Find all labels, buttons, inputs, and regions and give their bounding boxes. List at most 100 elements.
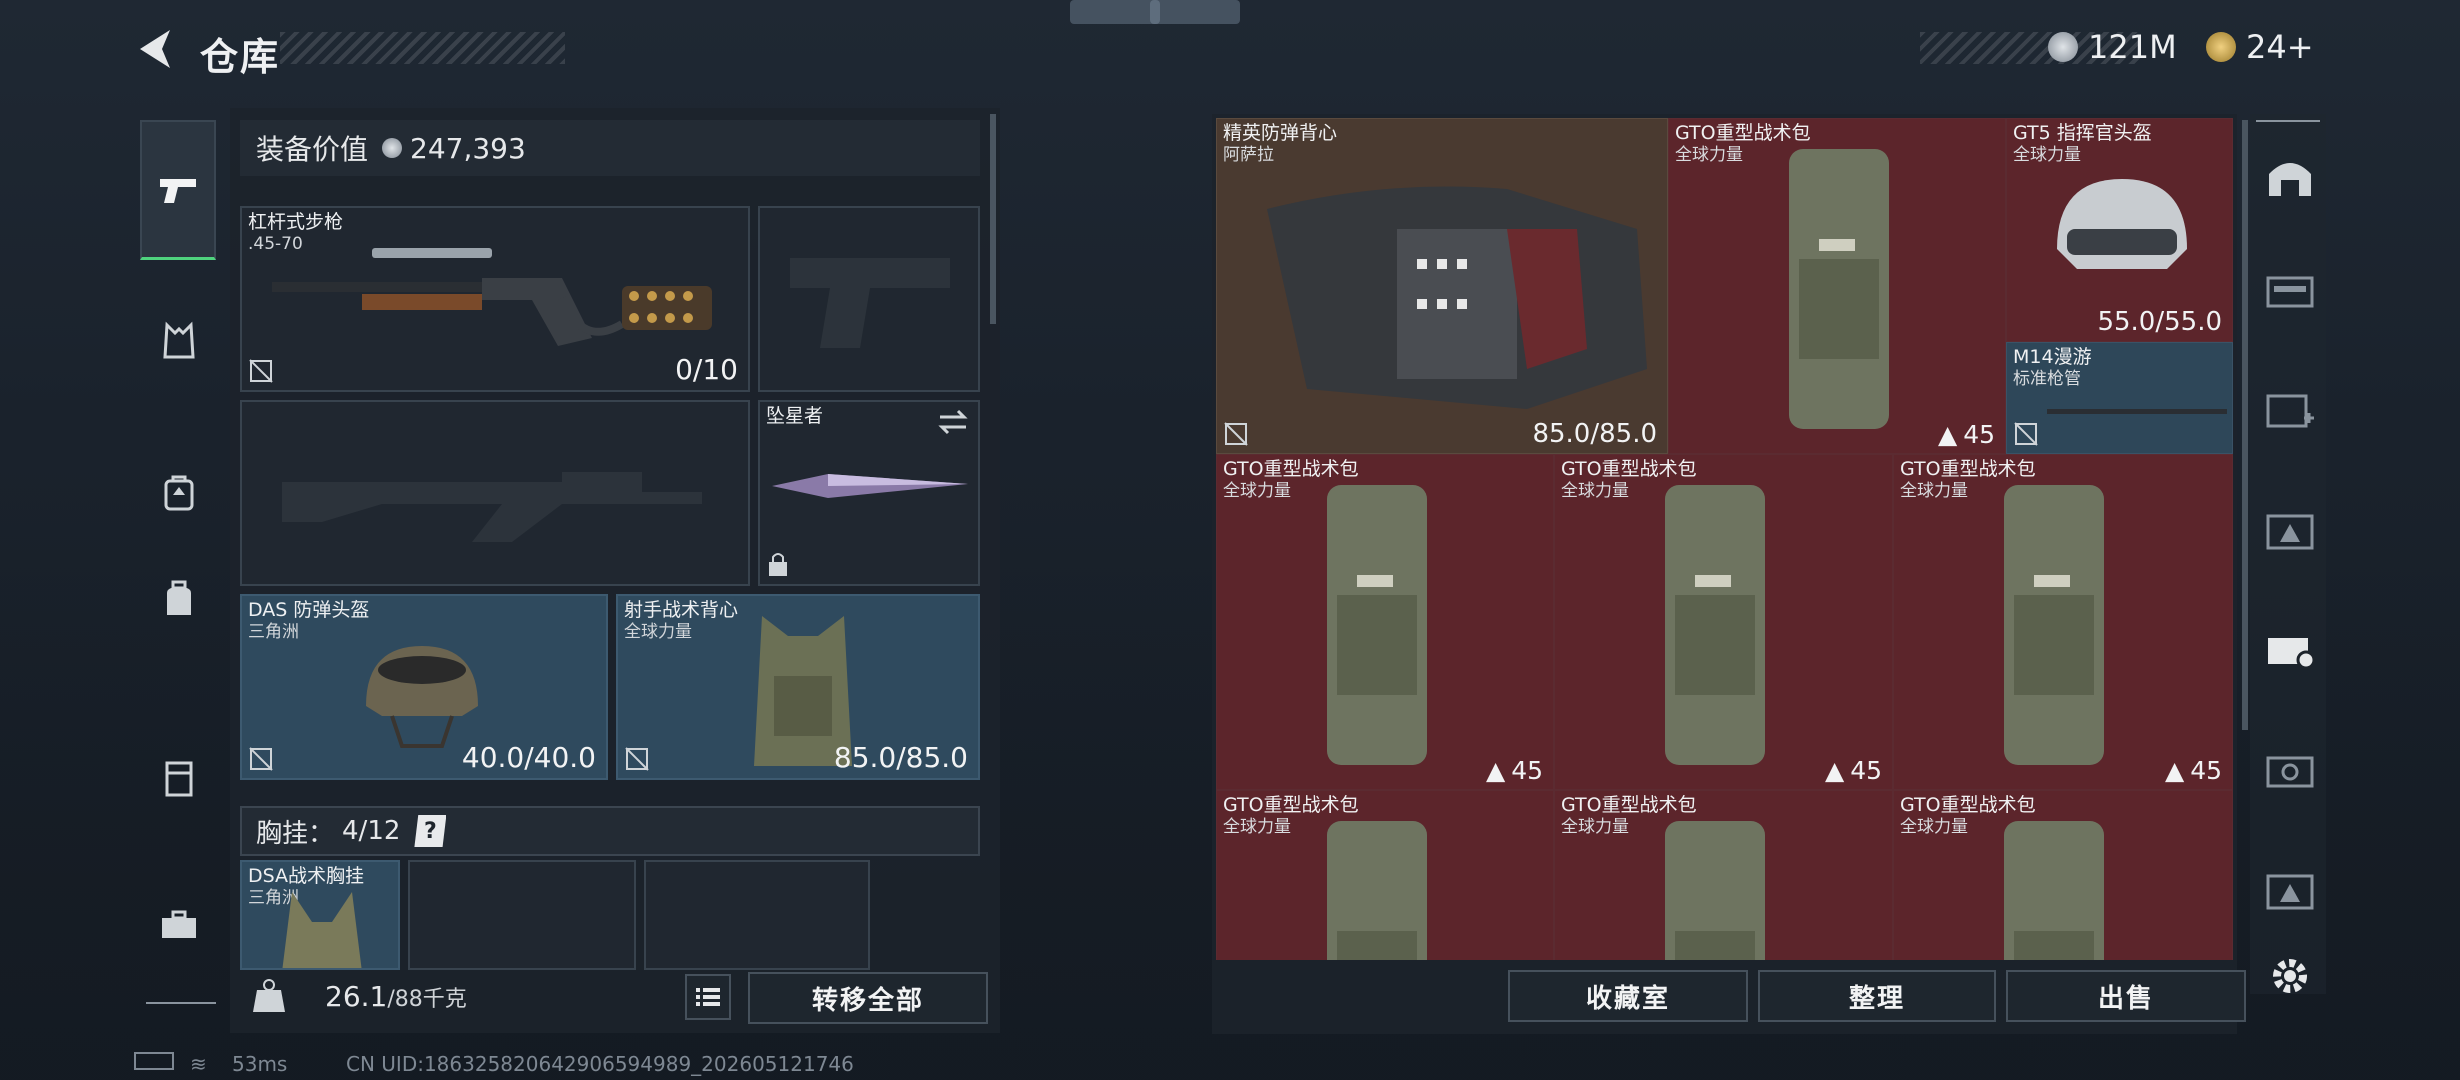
weight-capacity: /88千克	[387, 987, 467, 1012]
nav-backpack[interactable]	[144, 458, 214, 528]
stash-item-gto-pack[interactable]: GTO重型战术包 全球力量 ▲ 45	[1668, 118, 2006, 454]
stash-item-gto-pack[interactable]: GTO重型战术包 全球力量	[1216, 790, 1554, 960]
nav-bag[interactable]	[144, 564, 214, 634]
stash-panel: 精英防弹背心 阿萨拉 85.0/85.0 GTO重型战术包 全球力量 ▲ 45 G…	[1212, 114, 2248, 1034]
helmet-slot[interactable]: DAS 防弹头盔 三角洲 40.0/40.0	[240, 594, 608, 780]
storage-warning-icon	[2266, 514, 2314, 550]
nav-divider	[146, 1002, 216, 1004]
nav-locker[interactable]	[144, 744, 214, 814]
ping-readout: 53ms	[232, 1052, 288, 1076]
item-faction: 全球力量	[1900, 817, 1968, 837]
chest-rig-image	[282, 892, 362, 968]
loadout-panel: 装备价值 247,393 杠杆式步枪 .45-70 0/10 坠星者 DAS 防…	[230, 108, 1000, 1033]
item-name: 坠星者	[766, 405, 824, 427]
backpack-image	[2004, 485, 2104, 765]
item-faction: 全球力量	[1561, 817, 1629, 837]
rifle-silhouette-icon	[282, 472, 702, 542]
item-level: ▲ 45	[1485, 756, 1543, 785]
loadout-footer: 26.1/88千克 转移全部	[230, 962, 1000, 1034]
no-insure-icon	[625, 747, 649, 771]
organize-button[interactable]: 整理	[1758, 970, 1996, 1022]
ammo-count: 0/10	[675, 353, 738, 386]
vest-icon	[163, 321, 195, 359]
settings-button[interactable]	[2256, 942, 2324, 1010]
stash-item-gto-pack[interactable]: GTO重型战术包 全球力量 ▲ 45	[1893, 454, 2233, 790]
equip-value: 247,393	[410, 131, 526, 165]
ceiling-light	[1150, 0, 1240, 24]
back-arrow-icon[interactable]	[132, 26, 182, 72]
item-name: 杠杆式步枪	[248, 211, 344, 233]
stash-item-gto-pack[interactable]: GTO重型战术包 全球力量 ▲ 45	[1216, 454, 1554, 790]
storage-lock-icon	[2268, 638, 2316, 670]
item-name: 射手战术背心	[624, 599, 739, 621]
tab-storage-1[interactable]	[2256, 256, 2324, 324]
chest-rig-pocket[interactable]	[644, 860, 870, 970]
rifle-slot-empty[interactable]	[240, 400, 750, 586]
collection-button[interactable]: 收藏室	[1508, 970, 1748, 1022]
user-uid: CN UID:18632582064290659498​9_2026051217…	[346, 1052, 854, 1076]
item-name: GT5 指挥官头盔	[2013, 122, 2152, 144]
stash-item-gto-pack[interactable]: GTO重型战术包 全球力量	[1554, 790, 1893, 960]
list-icon	[696, 988, 720, 1006]
equip-value-label: 装备价值	[256, 133, 369, 166]
item-level: ▲ 45	[1824, 756, 1882, 785]
item-level: ▲ 45	[2164, 756, 2222, 785]
currency-gold: 24+	[2206, 28, 2314, 66]
locker-icon	[165, 761, 193, 797]
stash-item-gto-pack[interactable]: GTO重型战术包 全球力量	[1893, 790, 2233, 960]
tab-home[interactable]	[2256, 144, 2324, 212]
rnav-divider	[2256, 120, 2320, 122]
stash-item-elite-vest[interactable]: 精英防弹背心 阿萨拉 85.0/85.0	[1216, 118, 1668, 454]
help-icon[interactable]: ?	[414, 815, 447, 847]
item-faction: 阿萨拉	[1223, 145, 1274, 165]
tab-storage-active[interactable]	[2256, 616, 2324, 684]
stash-item-m14-barrel[interactable]: M14漫游 标准枪管	[2006, 342, 2233, 454]
gold-amount[interactable]: 24+	[2246, 28, 2314, 66]
chest-rig-label: 胸挂：	[256, 818, 335, 849]
stash-item-gt5-helmet[interactable]: GT5 指挥官头盔 全球力量 55.0/55.0	[2006, 118, 2233, 342]
backpack-icon	[164, 475, 194, 511]
tab-storage-3[interactable]	[2256, 496, 2324, 564]
scrollbar[interactable]	[990, 114, 996, 324]
primary-weapon-slot[interactable]: 杠杆式步枪 .45-70 0/10	[240, 206, 750, 392]
stash-item-gto-pack[interactable]: GTO重型战术包 全球力量 ▲ 45	[1554, 454, 1893, 790]
armor-slot[interactable]: 射手战术背心 全球力量 85.0/85.0	[616, 594, 980, 780]
durability: 85.0/85.0	[833, 741, 968, 774]
nav-toolbox[interactable]	[144, 890, 214, 960]
tab-storage-2[interactable]	[2256, 376, 2324, 444]
chest-rig-pocket[interactable]	[408, 860, 636, 970]
list-button[interactable]	[685, 974, 731, 1020]
backpack-image	[1327, 485, 1427, 765]
item-faction: 全球力量	[1900, 481, 1968, 501]
melee-slot[interactable]: 坠星者	[758, 400, 980, 586]
item-faction: 三角洲	[248, 622, 299, 642]
item-name: M14漫游	[2013, 346, 2092, 368]
pistol-silhouette-icon	[790, 258, 950, 348]
nav-weapons[interactable]	[140, 120, 216, 260]
pistol-icon	[160, 178, 196, 203]
item-name: 精英防弹背心	[1223, 122, 1338, 144]
no-insure-icon	[1224, 422, 1248, 446]
helmet-image	[366, 646, 478, 748]
tab-storage-5[interactable]	[2256, 736, 2324, 804]
helmet-image	[2057, 179, 2187, 269]
transfer-all-button[interactable]: 转移全部	[748, 972, 988, 1024]
item-faction: 全球力量	[1223, 481, 1291, 501]
no-insure-icon	[249, 747, 273, 771]
chest-rig-slot[interactable]: DSA战术胸挂 三角洲	[240, 860, 400, 970]
nav-vest[interactable]	[144, 306, 214, 376]
header-stripe	[280, 32, 565, 64]
gear-icon	[2273, 959, 2307, 993]
left-category-nav	[134, 108, 224, 1008]
swap-icon[interactable]	[936, 408, 970, 436]
tab-storage-6[interactable]	[2256, 856, 2324, 924]
backpack-image	[1789, 149, 1889, 429]
page-title: 仓库	[200, 35, 281, 79]
chest-rig-header: 胸挂： 4/12 ?	[240, 806, 980, 856]
durability: 40.0/40.0	[461, 741, 596, 774]
elite-vest-image	[1267, 186, 1647, 409]
currency-silver: 121M	[2048, 28, 2177, 66]
sell-button[interactable]: 出售	[2006, 970, 2246, 1022]
scrollbar[interactable]	[2242, 120, 2248, 730]
secondary-weapon-slot[interactable]	[758, 206, 980, 392]
